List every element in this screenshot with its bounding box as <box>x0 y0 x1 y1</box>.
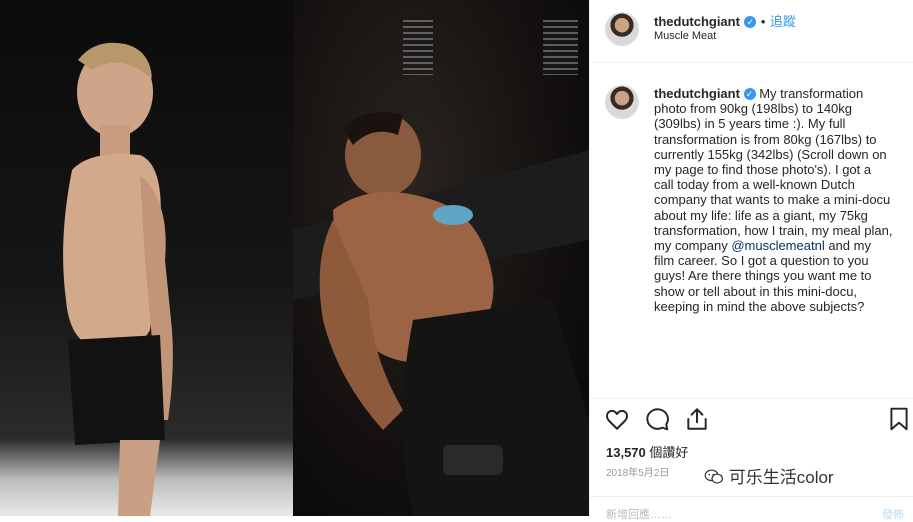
before-figure-illustration <box>63 42 173 516</box>
window-blinds <box>543 20 578 75</box>
action-bar <box>590 398 913 439</box>
header-user-row: thedutchgiant ✓ • 追蹤 <box>654 11 796 31</box>
mention-link[interactable]: @musclemeatnl <box>731 238 824 253</box>
location-link[interactable]: Muscle Meat <box>654 30 716 42</box>
bookmark-icon[interactable] <box>886 406 912 432</box>
comment-icon[interactable] <box>644 406 670 432</box>
likes-number: 13,570 <box>606 445 646 460</box>
follow-button[interactable]: 追蹤 <box>770 14 796 29</box>
post-date[interactable]: 2018年5月2日 <box>606 464 669 479</box>
likes-suffix: 個讚好 <box>649 445 689 460</box>
verified-badge-icon: ✓ <box>744 16 757 28</box>
watermark: 可乐生活color <box>700 463 838 488</box>
post-side-panel: thedutchgiant ✓ • 追蹤 Muscle Meat thedutc… <box>589 0 913 521</box>
caption-username-link[interactable]: thedutchgiant <box>654 86 740 101</box>
caption-avatar[interactable] <box>606 86 638 118</box>
likes-count[interactable]: 13,570 個讚好 <box>606 442 688 461</box>
verified-badge-icon: ✓ <box>743 88 756 100</box>
post-comment-button[interactable]: 發佈 <box>882 506 904 522</box>
post-caption: thedutchgiant ✓ My transformation photo … <box>654 86 894 314</box>
comment-input[interactable]: 新增回應…… <box>606 506 672 522</box>
after-figure-illustration <box>293 112 589 516</box>
share-icon[interactable] <box>684 406 710 432</box>
avatar[interactable] <box>606 13 638 45</box>
username-link[interactable]: thedutchgiant <box>654 14 740 29</box>
post-header: thedutchgiant ✓ • 追蹤 Muscle Meat <box>590 0 913 63</box>
separator-dot: • <box>760 14 766 29</box>
after-photo <box>293 0 589 516</box>
window-blinds <box>403 20 433 75</box>
before-photo <box>0 0 293 516</box>
wechat-icon <box>704 469 723 484</box>
caption-text: My transformation photo from 90kg (198lb… <box>654 86 893 254</box>
post-media[interactable] <box>0 0 589 516</box>
watermark-text: 可乐生活color <box>728 468 834 487</box>
heart-icon[interactable] <box>604 406 630 432</box>
